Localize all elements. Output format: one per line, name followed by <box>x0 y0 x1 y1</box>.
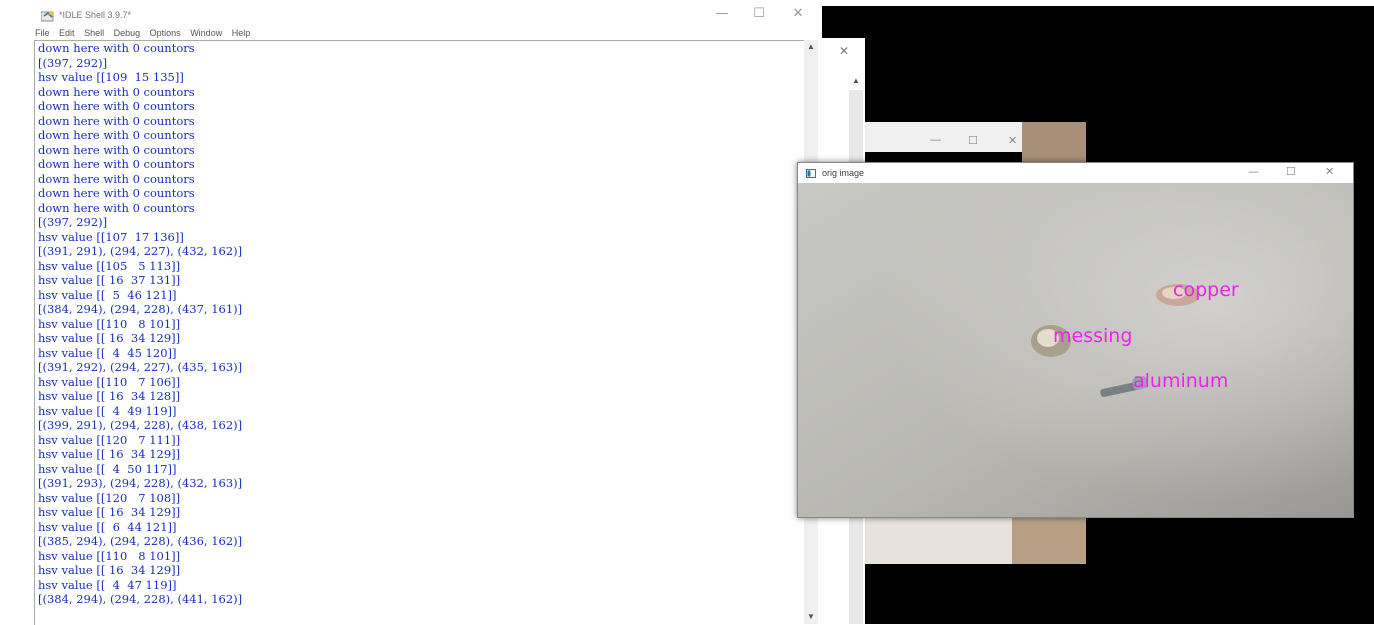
idle-shell-window: *IDLE Shell 3.9.7* — ☐ ✕ File Edit Shell… <box>0 0 822 625</box>
console-line: hsv value [[ 16 34 129]] <box>38 563 181 577</box>
console-line: hsv value [[ 16 34 129]] <box>38 331 181 345</box>
menu-window[interactable]: Window <box>190 28 222 38</box>
console-line: down here with 0 countors <box>38 142 195 157</box>
console-line: down here with 0 countors <box>38 186 195 200</box>
console-line: hsv value [[109 15 135]] <box>38 70 184 84</box>
maximize-button[interactable]: ☐ <box>1286 165 1296 178</box>
menu-edit[interactable]: Edit <box>59 28 75 38</box>
window-title: orig image <box>822 168 865 178</box>
title-bar: orig image — ☐ ✕ <box>798 163 1353 183</box>
aluminum-label: aluminum <box>1133 370 1229 392</box>
console-line: hsv value [[ 6 44 121]] <box>38 519 177 534</box>
console-line: [(384, 294), (294, 228), (441, 162)] <box>38 592 243 606</box>
camera-photo <box>798 183 1353 517</box>
console-line: hsv value [[105 5 113]] <box>38 258 181 273</box>
title-bar: *IDLE Shell 3.9.7* — ☐ ✕ <box>0 0 822 28</box>
console-line: down here with 0 countors <box>38 84 195 99</box>
console-line: hsv value [[ 16 34 129]] <box>38 505 181 519</box>
console-line: hsv value [[110 8 101]] <box>38 548 181 563</box>
camera-image: copper messing aluminum <box>798 183 1353 517</box>
console-line: hsv value [[110 8 101]] <box>38 316 181 331</box>
copper-label: copper <box>1173 279 1239 301</box>
menu-file[interactable]: File <box>35 28 50 38</box>
console-line: down here with 0 countors <box>38 128 195 142</box>
console-line: [(397, 292)] <box>38 215 108 229</box>
console-line: [(385, 294), (294, 228), (436, 162)] <box>38 534 243 548</box>
messing-label: messing <box>1053 325 1133 347</box>
console-line: hsv value [[ 16 37 131]] <box>38 273 181 287</box>
scroll-down-arrow[interactable]: ▼ <box>804 610 818 624</box>
console-line: hsv value [[ 4 45 120]] <box>38 345 177 360</box>
console-line: hsv value [[ 16 34 129]] <box>38 447 181 461</box>
console-line: down here with 0 countors <box>38 41 195 55</box>
console-line: hsv value [[ 4 47 119]] <box>38 577 177 592</box>
menu-bar: File Edit Shell Debug Options Window Hel… <box>35 28 257 40</box>
scroll-up-arrow[interactable]: ▲ <box>804 40 818 54</box>
console-line: hsv value [[120 7 108]] <box>38 490 181 505</box>
menu-debug[interactable]: Debug <box>114 28 141 38</box>
console-line: down here with 0 countors <box>38 113 195 128</box>
maximize-button[interactable]: ☐ <box>747 4 771 24</box>
console-line: hsv value [[120 7 111]] <box>38 432 181 447</box>
menu-options[interactable]: Options <box>150 28 181 38</box>
console-line: [(399, 291), (294, 228), (438, 162)] <box>38 418 243 432</box>
close-button[interactable]: ✕ <box>786 4 810 24</box>
console-line: hsv value [[107 17 136]] <box>38 229 184 244</box>
window-title: *IDLE Shell 3.9.7* <box>59 10 132 20</box>
console-line: hsv value [[ 4 50 117]] <box>38 461 177 476</box>
console-line: [(384, 294), (294, 228), (437, 161)] <box>38 302 243 316</box>
python-idle-icon <box>41 11 54 22</box>
console-line: [(391, 293), (294, 228), (432, 163)] <box>38 476 243 490</box>
minimize-button[interactable]: — <box>710 4 734 24</box>
window-icon <box>806 169 816 178</box>
minimize-button[interactable]: — <box>1248 165 1259 178</box>
console-line: hsv value [[ 4 49 119]] <box>38 403 177 418</box>
menu-shell[interactable]: Shell <box>84 28 104 38</box>
console-line: down here with 0 countors <box>38 99 195 113</box>
menu-help[interactable]: Help <box>232 28 251 38</box>
console-line: down here with 0 countors <box>38 171 195 186</box>
close-button[interactable]: ✕ <box>839 44 849 58</box>
close-button[interactable]: ✕ <box>1325 165 1334 178</box>
console-line: down here with 0 countors <box>38 157 195 171</box>
console-line: down here with 0 countors <box>38 200 195 215</box>
console-line: [(391, 291), (294, 227), (432, 162)] <box>38 244 243 258</box>
console-line: [(397, 292)] <box>38 55 108 70</box>
console-line: hsv value [[ 16 34 128]] <box>38 389 181 403</box>
console-line: [(391, 292), (294, 227), (435, 163)] <box>38 360 243 374</box>
shell-output[interactable]: down here with 0 countors [(397, 292)] hsv… <box>34 40 805 625</box>
scroll-up-arrow[interactable]: ▲ <box>849 76 863 90</box>
console-line: hsv value [[ 5 46 121]] <box>38 287 177 302</box>
orig-image-window: orig image — ☐ ✕ copper messing aluminum <box>797 162 1354 518</box>
console-line: hsv value [[110 7 106]] <box>38 374 181 389</box>
